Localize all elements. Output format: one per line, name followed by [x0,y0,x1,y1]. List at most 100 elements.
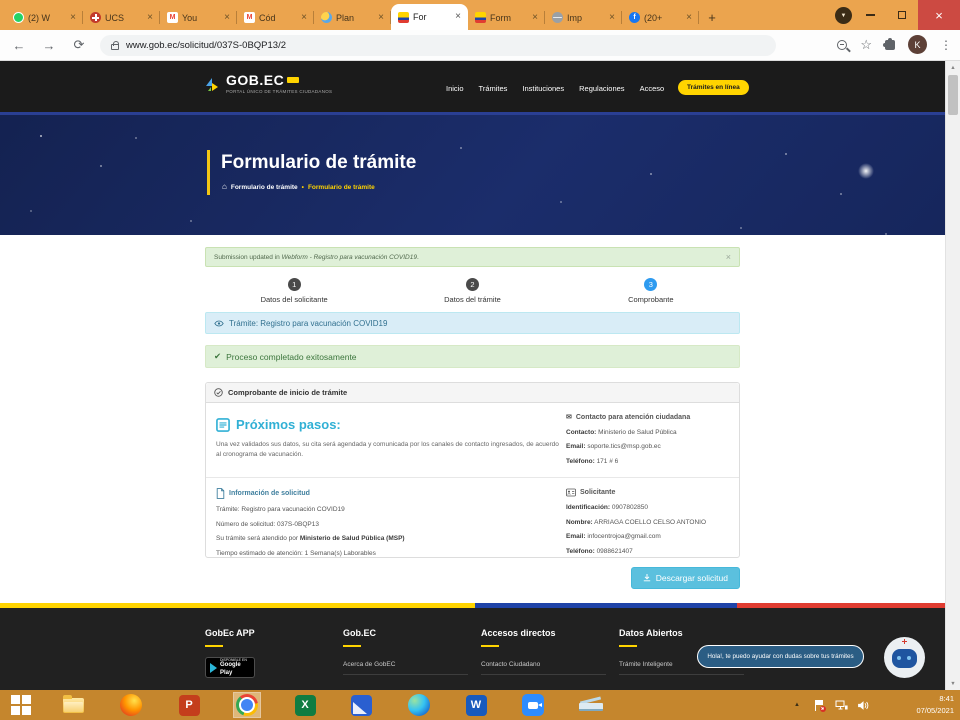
scan-app-button[interactable] [348,693,374,717]
browser-menu-icon[interactable]: ⋮ [940,38,952,52]
tab-search-chevron-button[interactable]: ▼ [835,7,852,24]
solicitante-line: Identificación: 0907802850 [566,504,729,511]
chatbot-robot-avatar[interactable] [884,637,925,678]
yellow-underline [619,645,637,647]
forward-icon[interactable]: → [34,38,64,53]
scrollbar-thumb[interactable] [948,75,958,115]
footer-link-acerca[interactable]: Acerca de GobEC [343,661,468,675]
home-icon[interactable]: ⌂ [222,183,227,191]
solicitante-line: Teléfono: 0988621407 [566,548,729,555]
back-icon[interactable]: ← [4,38,34,53]
solicitud-line: Tiempo estimado de atención: 1 Semana(s)… [216,550,546,557]
tab-close-icon[interactable]: × [532,13,538,23]
panel-row-2: Información de solicitud Trámite: Regist… [206,477,739,569]
extensions-puzzle-icon[interactable] [885,40,895,50]
page-scrollbar[interactable]: ▲ ▼ [945,61,960,690]
gobec-logo[interactable]: GOB.EC PORTAL ÚNICO DE TRÁMITES CIUDADAN… [204,72,332,94]
tab-close-icon[interactable]: × [224,13,230,23]
play-triangle-icon [210,663,217,673]
chrome-button-active[interactable] [234,693,260,717]
nav-item-tramites[interactable]: Trámites [479,84,508,93]
tab-imp[interactable]: Imp × [545,5,622,30]
solicitud-title-row: Información de solicitud [216,488,546,499]
step-comprobante-active[interactable]: 3 Comprobante [562,278,740,304]
scanner-button[interactable] [578,693,604,717]
tab-formulario-active[interactable]: For × [391,4,468,30]
success-text: Proceso completado exitosamente [226,352,356,362]
file-explorer-button[interactable] [60,693,86,717]
url-field[interactable]: www.gob.ec/solicitud/037S-0BQP13/2 [100,35,776,56]
window-close-button[interactable]: × [918,0,960,30]
scrollbar-up-arrow[interactable]: ▲ [946,61,960,74]
solicitud-line: Su trámite será atendido por Ministerio … [216,535,546,542]
tab-close-icon[interactable]: × [609,13,615,23]
nav-item-instituciones[interactable]: Instituciones [522,84,564,93]
reload-icon[interactable]: ⟳ [64,37,94,53]
window-minimize-button[interactable] [854,0,886,30]
volume-tray-icon[interactable] [854,690,872,720]
tab-whatsapp[interactable]: (2) W × [6,5,83,30]
zoom-app-button[interactable] [520,693,546,717]
taskbar-clock[interactable]: 8:41 07/05/2021 [916,693,954,716]
tab-gmail-1[interactable]: M You × [160,5,237,30]
close-icon[interactable]: × [726,252,731,262]
footer-link-contacto[interactable]: Contacto Ciudadano [481,661,606,675]
breadcrumb-parent[interactable]: Formulario de trámite [231,184,298,191]
firefox-button[interactable] [118,693,144,717]
step-datos-tramite[interactable]: 2 Datos del trámite [383,278,561,304]
edge-button[interactable] [406,693,432,717]
excel-icon: X [295,695,316,716]
breadcrumb: ⌂ Formulario de trámite • Formulario de … [222,183,375,191]
tab-formulario-2[interactable]: Form × [468,5,545,30]
word-button[interactable]: W [463,693,489,717]
network-tray-icon[interactable] [832,690,850,720]
step-number-badge: 1 [288,278,301,291]
tab-close-icon[interactable]: × [301,13,307,23]
start-button[interactable] [8,693,34,717]
tab-plan[interactable]: Plan × [314,5,391,30]
new-tab-button[interactable]: + [699,5,725,30]
zoom-out-icon[interactable] [837,40,847,50]
facebook-icon: f [629,12,640,23]
tab-close-icon[interactable]: × [455,12,461,22]
submission-status-message: Submission updated in Webform - Registro… [205,247,740,267]
tab-close-icon[interactable]: × [686,13,692,23]
comprobante-panel: Comprobante de inicio de trámite Próximo… [205,382,740,558]
nav-item-acceso[interactable]: Acceso [640,84,665,93]
chatbot-bubble[interactable]: Hola!, te puedo ayudar con dudas sobre t… [697,645,864,668]
nav-item-inicio[interactable]: Inicio [446,84,464,93]
tab-ucsg[interactable]: UCS × [83,5,160,30]
tab-close-icon[interactable]: × [378,13,384,23]
step-datos-solicitante[interactable]: 1 Datos del solicitante [205,278,383,304]
solicitante-block: Solicitante Identificación: 0907802850 N… [566,488,729,557]
maximize-icon [898,11,906,19]
tab-close-icon[interactable]: × [70,13,76,23]
google-play-badge[interactable]: DISPONIBLE EN Google Play [205,657,255,678]
nav-item-regulaciones[interactable]: Regulaciones [579,84,624,93]
page-title: Formulario de trámite [221,152,416,174]
wizard-steps: 1 Datos del solicitante 2 Datos del trám… [205,278,740,304]
powerpoint-button[interactable]: P [176,693,202,717]
download-icon [643,574,651,582]
scrollbar-down-arrow[interactable]: ▼ [946,677,960,690]
contact-title: Contacto para atención ciudadana [576,414,690,421]
windows-logo-icon [11,695,31,715]
success-bar: ✔ Proceso completado exitosamente [205,345,740,368]
tray-show-hidden-icons[interactable]: ▲ [788,690,806,720]
scanner-icon [579,697,603,713]
tab-title: Form [490,13,528,23]
tab-gmail-2[interactable]: M Cód × [237,5,314,30]
clock-date: 07/05/2021 [916,705,954,717]
solicitud-line: Número de solicitud: 037S-0BQP13 [216,521,546,528]
excel-button[interactable]: X [292,693,318,717]
bookmark-star-icon[interactable]: ☆ [860,38,872,51]
solicitante-title-row: Solicitante [566,488,729,497]
download-button[interactable]: Descargar solicitud [631,567,740,589]
action-center-flag[interactable] [810,690,828,720]
window-maximize-button[interactable] [886,0,918,30]
tab-close-icon[interactable]: × [147,13,153,23]
tab-facebook[interactable]: f (20+ × [622,5,699,30]
tramites-en-linea-button[interactable]: Trámites en línea [678,80,749,95]
profile-avatar[interactable]: K [908,35,927,54]
clock-time: 8:41 [916,693,954,705]
